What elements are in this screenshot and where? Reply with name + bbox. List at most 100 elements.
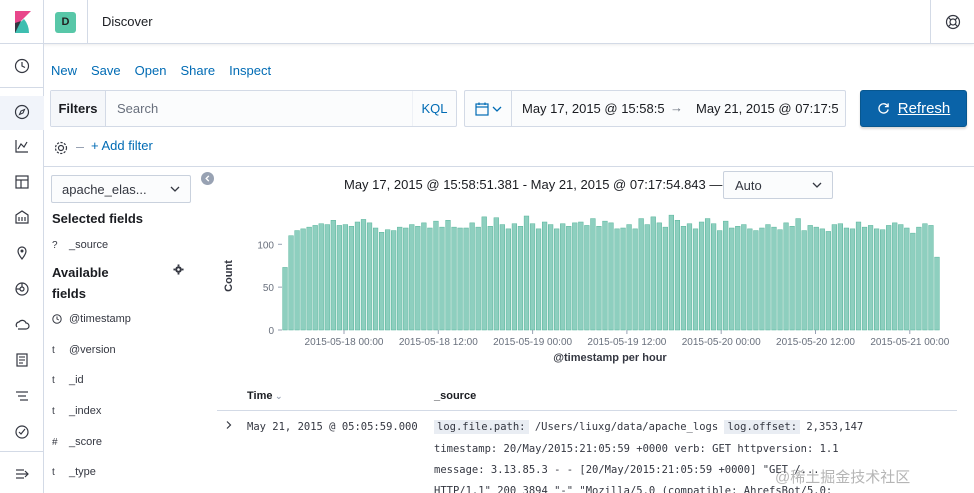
menu-share[interactable]: Share: [180, 63, 215, 78]
histogram-bar: [493, 217, 499, 331]
y-tick-label: 0: [268, 326, 274, 337]
histogram-bar: [825, 231, 831, 331]
filters-button[interactable]: Filters: [51, 91, 106, 126]
histogram-bar: [795, 218, 801, 331]
histogram-bar: [880, 229, 886, 331]
histogram-bar: [487, 226, 493, 331]
interval-value: Auto: [735, 177, 762, 193]
histogram-bar: [342, 224, 348, 331]
histogram-bar: [704, 218, 711, 331]
string-type-icon: t: [52, 344, 55, 356]
field-settings-gear-icon[interactable]: [173, 264, 184, 275]
discover-compass-icon[interactable]: [12, 102, 32, 122]
collapse-sidebar-button[interactable]: [201, 172, 214, 185]
recently-viewed-icon[interactable]: [12, 56, 32, 76]
histogram-bar: [861, 226, 868, 331]
field-item[interactable]: t _index: [52, 405, 101, 417]
histogram-bar: [650, 216, 656, 331]
column-header-time[interactable]: Time ⌄: [247, 390, 283, 402]
histogram-bar: [765, 224, 771, 331]
dashboard-icon[interactable]: [12, 172, 32, 192]
histogram-bar: [922, 223, 928, 331]
collapse-nav-icon[interactable]: [12, 464, 32, 484]
histogram-bar: [312, 225, 318, 331]
refresh-button[interactable]: Refresh: [860, 90, 967, 127]
y-axis-label: Count: [223, 260, 235, 292]
date-type-clock-icon: [52, 314, 69, 324]
histogram-bar: [717, 230, 723, 331]
histogram-bar: [403, 227, 409, 331]
expand-row-chevron-icon[interactable]: [224, 420, 234, 430]
source-line: HTTP/1.1" 200 3894 "-" "Mozilla/5.0 (com…: [434, 485, 833, 493]
field-item[interactable]: # _score: [52, 436, 102, 448]
histogram-bar: [535, 228, 542, 331]
histogram-bar: [735, 226, 741, 331]
histogram-bar: [783, 222, 789, 331]
histogram-bar: [348, 226, 355, 331]
histogram-bar: [421, 222, 427, 331]
histogram-bar: [614, 228, 620, 331]
index-pattern-value: apache_elas...: [62, 181, 147, 197]
refresh-icon: [878, 103, 889, 114]
field-item[interactable]: @timestamp: [52, 313, 131, 325]
histogram-bar: [445, 220, 451, 331]
date-range-arrow-icon: →: [670, 100, 683, 115]
menu-new[interactable]: New: [51, 63, 77, 78]
histogram-bar: [662, 226, 668, 331]
space-avatar: D: [55, 11, 76, 33]
index-pattern-select[interactable]: apache_elas...: [51, 175, 191, 203]
histogram-bar: [886, 225, 892, 331]
field-item[interactable]: ? _source: [52, 239, 108, 251]
x-axis-label: @timestamp per hour: [553, 352, 667, 364]
histogram-bar: [554, 228, 560, 331]
space-selector[interactable]: D: [44, 0, 88, 44]
histogram-bar: [511, 223, 518, 331]
histogram-bar: [692, 228, 699, 331]
filter-divider: [76, 147, 84, 148]
histogram-bar: [759, 227, 765, 331]
source-line: message: 3.13.85.3 - - [20/May/2015:21:0…: [434, 464, 820, 476]
histogram-bar: [336, 225, 342, 331]
apm-icon[interactable]: [12, 386, 32, 406]
watermark: @稀土掘金技术社区: [775, 469, 911, 486]
logs-icon[interactable]: [12, 350, 32, 370]
end-date[interactable]: May 21, 2015 @ 07:17:5: [696, 101, 839, 116]
histogram-bar: [904, 227, 910, 331]
visualize-icon[interactable]: [12, 136, 32, 156]
start-date[interactable]: May 17, 2015 @ 15:58:5: [522, 101, 665, 116]
interval-select[interactable]: Auto: [723, 171, 833, 199]
menu-inspect[interactable]: Inspect: [229, 63, 271, 78]
canvas-icon[interactable]: [12, 207, 32, 227]
maps-icon[interactable]: [12, 243, 32, 263]
histogram-bar: [620, 227, 626, 331]
field-item[interactable]: t _id: [52, 374, 84, 386]
kql-toggle-button[interactable]: KQL: [412, 91, 456, 126]
help-menu-button[interactable]: [930, 0, 974, 44]
add-filter-button[interactable]: + Add filter: [91, 138, 153, 153]
histogram-bar: [409, 224, 415, 331]
histogram-bar: [288, 235, 294, 331]
histogram-bar: [874, 228, 880, 331]
search-input[interactable]: [107, 91, 412, 126]
kibana-logo[interactable]: [0, 0, 44, 44]
menu-open[interactable]: Open: [135, 63, 167, 78]
chevron-down-icon: [492, 106, 501, 112]
infrastructure-icon[interactable]: [12, 315, 32, 335]
histogram-bar: [481, 216, 487, 331]
x-tick-label: 2015-05-21 00:00: [870, 337, 949, 348]
histogram-bar: [867, 225, 874, 331]
filter-settings-gear-icon[interactable]: [53, 140, 69, 156]
field-item[interactable]: t _type: [52, 466, 96, 478]
menu-save[interactable]: Save: [91, 63, 121, 78]
histogram-bar: [451, 226, 457, 331]
histogram-bar: [789, 226, 795, 331]
field-item[interactable]: t @version: [52, 344, 116, 356]
chevron-left-icon: [205, 175, 210, 182]
histogram-bar: [397, 226, 403, 331]
uptime-icon[interactable]: [12, 422, 32, 442]
histogram-bar: [698, 221, 705, 331]
x-tick-label: 2015-05-18 12:00: [399, 337, 478, 348]
side-navigation: [0, 44, 44, 493]
quick-menu-button[interactable]: [465, 91, 512, 126]
ml-icon[interactable]: [12, 279, 32, 299]
